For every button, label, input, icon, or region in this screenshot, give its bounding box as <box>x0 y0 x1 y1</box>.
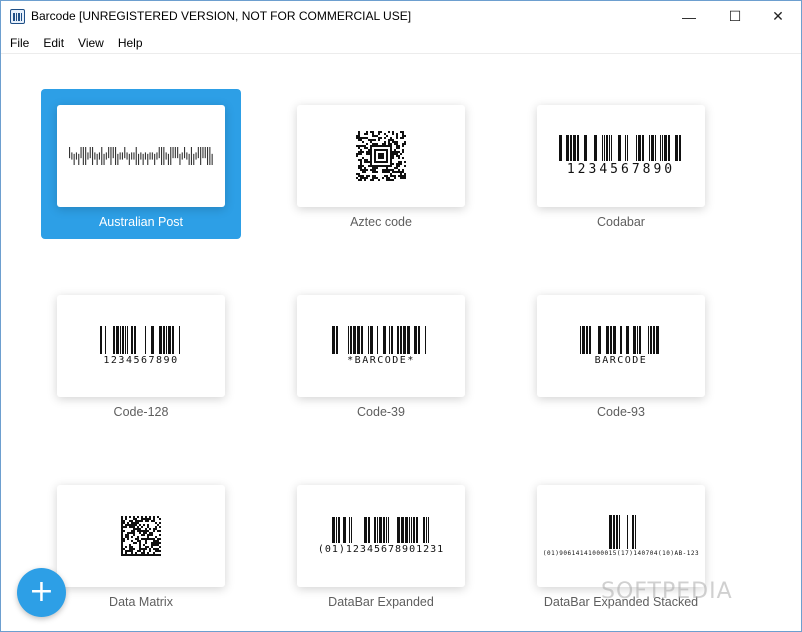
menu-edit[interactable]: Edit <box>43 36 64 50</box>
barcode-human-readable-text: (01)90614141000015(17)140704(10)AB-123 <box>542 550 700 557</box>
data-matrix-barcode-image <box>121 516 161 556</box>
barcode-preview-card: (01)90614141000015(17)140704(10)AB-123 <box>537 485 705 587</box>
barcode-tile-label: Codabar <box>597 215 645 229</box>
barcode-tile-code-93[interactable]: BARCODE Code-93 <box>521 279 721 429</box>
barcode-tile-label: Code-39 <box>357 405 405 419</box>
databar-expanded-stacked-barcode-image: (01)90614141000015(17)140704(10)AB-123 <box>543 515 699 557</box>
aztec-barcode-image <box>356 131 406 181</box>
barcode-tile-code-128[interactable]: 1234567890 Code-128 <box>41 279 241 429</box>
barcode-preview-card <box>297 105 465 207</box>
barcode-tile-codabar[interactable]: 1234567890 Codabar <box>521 89 721 239</box>
barcode-preview-card <box>57 105 225 207</box>
softpedia-watermark: SOFTPEDIA <box>601 579 733 604</box>
barcode-tile-label: Code-93 <box>597 405 645 419</box>
barcode-tile-label: DataBar Expanded <box>328 595 434 609</box>
app-window: Barcode [UNREGISTERED VERSION, NOT FOR C… <box>0 0 802 632</box>
barcode-human-readable-text: *BARCODE* <box>347 355 415 366</box>
menu-bar: File Edit View Help <box>1 32 801 53</box>
barcode-preview-card <box>57 485 225 587</box>
title-bar[interactable]: Barcode [UNREGISTERED VERSION, NOT FOR C… <box>1 1 801 32</box>
add-barcode-button[interactable]: + <box>17 568 66 617</box>
databar-expanded-barcode-image: (01)12345678901231 <box>318 517 444 555</box>
close-button[interactable]: ✕ <box>755 1 801 32</box>
maximize-button[interactable]: ☐ <box>712 1 758 32</box>
menu-divider <box>1 53 801 54</box>
barcode-preview-card: BARCODE <box>537 295 705 397</box>
code-39-barcode-image: *BARCODE* <box>332 326 430 366</box>
window-title: Barcode [UNREGISTERED VERSION, NOT FOR C… <box>31 9 412 23</box>
menu-view[interactable]: View <box>78 36 104 50</box>
barcode-tile-label: Aztec code <box>350 215 412 229</box>
minimize-button[interactable]: — <box>666 1 712 32</box>
barcode-human-readable-text: 1234567890 <box>566 162 676 177</box>
barcode-human-readable-text: (01)12345678901231 <box>317 544 445 555</box>
barcode-preview-card: *BARCODE* <box>297 295 465 397</box>
barcode-app-icon <box>10 9 25 24</box>
barcode-human-readable-text: 1234567890 <box>103 355 179 366</box>
barcode-human-readable-text: BARCODE <box>594 355 648 366</box>
menu-help[interactable]: Help <box>118 36 143 50</box>
code-128-barcode-image: 1234567890 <box>100 326 182 366</box>
codabar-barcode-image: 1234567890 <box>557 135 685 177</box>
australian-post-barcode-image <box>69 147 213 165</box>
barcode-tile-code-39[interactable]: *BARCODE* Code-39 <box>281 279 481 429</box>
barcode-preview-card: 1234567890 <box>57 295 225 397</box>
menu-file[interactable]: File <box>10 36 29 50</box>
barcode-tile-label: Australian Post <box>98 215 184 229</box>
plus-icon: + <box>28 573 55 609</box>
code-93-barcode-image: BARCODE <box>580 326 662 366</box>
barcode-preview-card: (01)12345678901231 <box>297 485 465 587</box>
barcode-tile-label: Data Matrix <box>109 595 173 609</box>
barcode-tile-databar-expanded[interactable]: (01)12345678901231 DataBar Expanded <box>281 469 481 619</box>
barcode-tile-aztec-code[interactable]: Aztec code <box>281 89 481 239</box>
barcode-preview-card: 1234567890 <box>537 105 705 207</box>
barcode-tile-australian-post[interactable]: Australian Post <box>41 89 241 239</box>
barcode-tile-label: Code-128 <box>113 405 169 419</box>
barcode-tile-data-matrix[interactable]: Data Matrix <box>41 469 241 619</box>
